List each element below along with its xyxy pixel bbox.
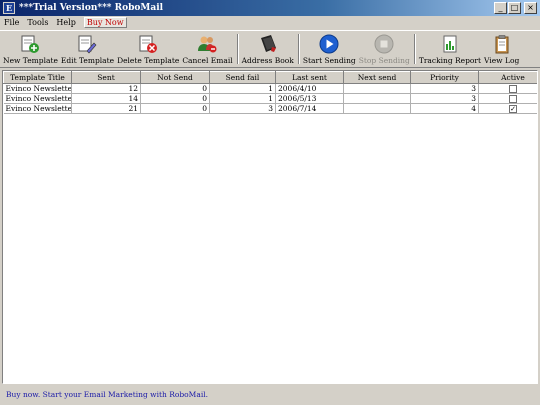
menu-file[interactable]: File [4, 18, 19, 27]
cell-priority[interactable]: 4 [410, 103, 479, 114]
app-icon[interactable]: E [3, 2, 15, 14]
menu-help[interactable]: Help [56, 18, 75, 27]
view-log-button[interactable]: View Log [484, 31, 519, 65]
template-grid[interactable]: Template Title Sent Not Send Send fail L… [2, 70, 538, 384]
cell-active [478, 93, 537, 104]
menu-bar: File Tools Help Buy Now [0, 16, 540, 29]
delete-template-label: Delete Template [117, 56, 180, 65]
close-button[interactable]: × [524, 2, 537, 14]
menu-tools[interactable]: Tools [27, 18, 48, 27]
table-row[interactable]: Evinco Newslette... 21 0 3 2006/7/14 4 ✓ [3, 103, 537, 114]
address-book-label: Address Book [241, 56, 294, 65]
status-bar: Buy now. Start your Email Marketing with… [0, 386, 540, 402]
edit-document-icon [75, 33, 99, 55]
toolbar: New Template Edit Template Delete Templa… [0, 30, 540, 68]
delete-document-icon [136, 33, 160, 55]
column-header-template-title[interactable]: Template Title [3, 71, 72, 84]
cell-priority[interactable]: 3 [410, 83, 479, 94]
cell-send-fail[interactable]: 3 [209, 103, 276, 114]
report-icon [438, 33, 462, 55]
cell-template-title[interactable]: Evinco Newslette... [3, 83, 72, 94]
column-header-next-send[interactable]: Next send [343, 71, 411, 84]
address-book-button[interactable]: Address Book [242, 31, 294, 65]
tracking-report-button[interactable]: Tracking Report [419, 31, 481, 65]
active-checkbox[interactable] [509, 85, 517, 93]
toolbar-separator [297, 34, 300, 64]
column-header-send-fail[interactable]: Send fail [209, 71, 276, 84]
stop-sending-button[interactable]: Stop Sending [359, 31, 410, 65]
cell-not-send[interactable]: 0 [140, 83, 210, 94]
address-book-icon [256, 33, 280, 55]
table-row[interactable]: Evinco Newslette... 12 0 1 2006/4/10 3 [3, 83, 537, 94]
column-header-priority[interactable]: Priority [410, 71, 479, 84]
delete-template-button[interactable]: Delete Template [117, 31, 179, 65]
minimize-button[interactable]: _ [494, 2, 507, 14]
clipboard-icon [490, 33, 514, 55]
stop-icon [372, 33, 396, 55]
cell-send-fail[interactable]: 1 [209, 83, 276, 94]
cell-send-fail[interactable]: 1 [209, 93, 276, 104]
cell-not-send[interactable]: 0 [140, 93, 210, 104]
edit-template-label: Edit Template [60, 56, 115, 65]
new-document-icon [18, 33, 42, 55]
cell-active [478, 83, 537, 94]
cell-not-send[interactable]: 0 [140, 103, 210, 114]
column-header-sent[interactable]: Sent [71, 71, 141, 84]
column-header-active[interactable]: Active [478, 71, 537, 84]
toolbar-separator [236, 34, 239, 64]
view-log-label: View Log [484, 56, 520, 65]
cell-next-send[interactable] [343, 83, 411, 94]
active-checkbox[interactable] [509, 95, 517, 103]
maximize-button[interactable]: □ [508, 2, 521, 14]
window-title: ***Trial Version*** RoboMail [19, 3, 164, 13]
cell-sent[interactable]: 14 [71, 93, 141, 104]
column-header-last-sent[interactable]: Last sent [275, 71, 344, 84]
title-bar[interactable]: E ***Trial Version*** RoboMail _ □ × [0, 0, 540, 16]
cell-last-sent[interactable]: 2006/5/13 [275, 93, 344, 104]
cell-template-title[interactable]: Evinco Newslette... [3, 103, 72, 114]
cell-sent[interactable]: 12 [71, 83, 141, 94]
grid-header-row: Template Title Sent Not Send Send fail L… [3, 71, 537, 84]
start-sending-label: Start Sending [302, 56, 356, 65]
play-icon [317, 33, 341, 55]
robomail-window: E ***Trial Version*** RoboMail _ □ × Fil… [0, 0, 540, 405]
cancel-email-button[interactable]: Cancel Email [182, 31, 233, 65]
new-template-label: New Template [3, 56, 58, 65]
cell-sent[interactable]: 21 [71, 103, 141, 114]
table-row[interactable]: Evinco Newslette... 14 0 1 2006/5/13 3 [3, 93, 537, 104]
cell-next-send[interactable] [343, 93, 411, 104]
cell-priority[interactable]: 3 [410, 93, 479, 104]
cancel-email-label: Cancel Email [182, 56, 233, 65]
edit-template-button[interactable]: Edit Template [61, 31, 114, 65]
menu-buy-now[interactable]: Buy Now [83, 17, 127, 28]
active-checkbox[interactable]: ✓ [509, 105, 517, 113]
users-cancel-icon [195, 33, 219, 55]
cell-last-sent[interactable]: 2006/7/14 [275, 103, 344, 114]
cell-last-sent[interactable]: 2006/4/10 [275, 83, 344, 94]
new-template-button[interactable]: New Template [3, 31, 58, 65]
stop-sending-label: Stop Sending [358, 56, 410, 65]
status-text: Buy now. Start your Email Marketing with… [6, 389, 209, 399]
cell-active: ✓ [478, 103, 537, 114]
toolbar-separator [413, 34, 416, 64]
column-header-not-send[interactable]: Not Send [140, 71, 210, 84]
start-sending-button[interactable]: Start Sending [303, 31, 356, 65]
cell-template-title[interactable]: Evinco Newslette... [3, 93, 72, 104]
cell-next-send[interactable] [343, 103, 411, 114]
tracking-report-label: Tracking Report [418, 56, 482, 65]
